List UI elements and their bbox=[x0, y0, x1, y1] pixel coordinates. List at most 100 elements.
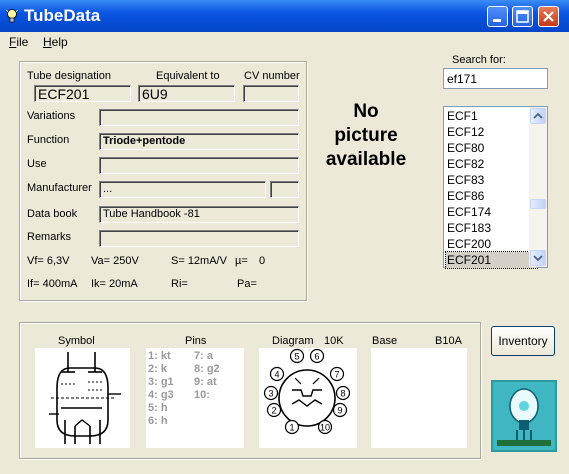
symbol-panel bbox=[35, 348, 130, 448]
tube-listbox[interactable]: ECF1 ECF12 ECF80 ECF82 ECF83 ECF86 ECF174 ECF18… bbox=[443, 106, 548, 269]
search-label: Search for: bbox=[452, 54, 506, 66]
spec-pa: Pa= bbox=[237, 278, 257, 290]
base-label: Base bbox=[372, 335, 398, 347]
designation-field[interactable]: ECF201 bbox=[34, 85, 131, 102]
pin-9: 9: at bbox=[194, 376, 217, 388]
scroll-down-button[interactable] bbox=[530, 250, 546, 266]
spec-mu: µ= bbox=[235, 255, 248, 267]
diagram-pin-number: 10 bbox=[320, 423, 330, 433]
spec-s: S= 12mA/V bbox=[171, 255, 227, 267]
search-input[interactable] bbox=[443, 68, 548, 89]
diagram-label: Diagram bbox=[272, 335, 314, 347]
data-book-field[interactable]: Tube Handbook -81 bbox=[99, 206, 299, 223]
tube-list-item[interactable]: ECF83 bbox=[446, 172, 537, 188]
equivalent-header: Equivalent to bbox=[156, 70, 220, 82]
use-label: Use bbox=[27, 158, 47, 170]
manufacturer-field[interactable]: ... bbox=[99, 181, 266, 198]
diagram-pin-number: 4 bbox=[274, 370, 279, 380]
window-title: TubeData bbox=[24, 6, 101, 25]
tube-list-item[interactable]: ECF1 bbox=[446, 108, 537, 124]
maximize-button[interactable] bbox=[512, 6, 533, 27]
pin-diagram-icon: 12345 678910 bbox=[263, 348, 351, 435]
maximize-icon bbox=[516, 10, 529, 23]
menu-help-rest: elp bbox=[51, 35, 68, 49]
spec-va: Va= 250V bbox=[91, 255, 139, 267]
manufacturer-extra-field[interactable] bbox=[270, 181, 299, 198]
pin-5: 5: h bbox=[148, 402, 168, 414]
designation-header: Tube designation bbox=[27, 70, 111, 82]
cv-header: CV number bbox=[244, 70, 300, 82]
diagram-pin-number: 5 bbox=[294, 352, 299, 362]
chevron-up-icon bbox=[533, 112, 543, 119]
spec-if: If= 400mA bbox=[27, 278, 78, 290]
lightbulb-icon bbox=[5, 9, 19, 23]
diagram-pin-number: 6 bbox=[314, 352, 319, 362]
spec-vf: Vf= 6,3V bbox=[27, 255, 70, 267]
diagram-pin-number: 8 bbox=[340, 389, 345, 399]
symbol-label: Symbol bbox=[58, 335, 95, 347]
spec-ri: Ri= bbox=[171, 278, 188, 290]
pin-10: 10: bbox=[194, 389, 210, 401]
tube-list-item[interactable]: ECF200 bbox=[446, 236, 537, 252]
inventory-button[interactable]: Inventory bbox=[491, 326, 555, 356]
tube-list-item[interactable]: ECF82 bbox=[446, 156, 537, 172]
scroll-thumb[interactable] bbox=[530, 199, 546, 209]
scroll-up-button[interactable] bbox=[530, 108, 546, 124]
diagram-pin-number: 9 bbox=[337, 406, 342, 416]
tube-logo-icon bbox=[493, 382, 555, 450]
variations-label: Variations bbox=[27, 110, 76, 122]
close-button[interactable] bbox=[538, 6, 559, 27]
no-picture-text: No picture available bbox=[304, 100, 428, 172]
pins-label: Pins bbox=[185, 335, 207, 347]
menu-file[interactable]: File bbox=[9, 35, 28, 49]
minimize-button[interactable] bbox=[487, 6, 508, 27]
pins-right-column: 7: a 8: g2 9: at 10: bbox=[194, 350, 220, 402]
tube-list-item[interactable]: ECF12 bbox=[446, 124, 537, 140]
menu-bar bbox=[0, 32, 569, 52]
diagram-pin-number: 1 bbox=[289, 423, 294, 433]
use-field[interactable] bbox=[99, 157, 299, 174]
equivalent-field[interactable]: 6U9 bbox=[138, 85, 235, 102]
chevron-down-icon bbox=[533, 255, 543, 262]
diagram-panel: 1 2 3 4 5 6 7 8 9 10 bbox=[259, 348, 357, 448]
remarks-label: Remarks bbox=[27, 231, 72, 243]
pin-4: 4: g3 bbox=[148, 389, 174, 401]
no-picture-line2: picture bbox=[334, 125, 398, 146]
tube-logo bbox=[491, 380, 557, 452]
tube-list-item[interactable]: ECF80 bbox=[446, 140, 537, 156]
pins-left-column: 1: kt 2: k 3: g1 4: g3 5: h 6: h bbox=[148, 350, 174, 428]
pin-1: 1: kt bbox=[148, 350, 171, 362]
variations-field[interactable] bbox=[99, 109, 299, 126]
pins-panel: 1: kt 2: k 3: g1 4: g3 5: h 6: h 7: a 8:… bbox=[146, 348, 244, 448]
function-field[interactable]: Triode+pentode bbox=[99, 133, 299, 150]
tube-list-item[interactable]: ECF201 bbox=[445, 251, 538, 269]
diagram-pin-number: 3 bbox=[268, 389, 273, 399]
pin-6: 6: h bbox=[148, 415, 168, 427]
tube-list-item[interactable]: ECF183 bbox=[446, 220, 537, 236]
cv-field[interactable] bbox=[243, 85, 299, 102]
diagram-pin-number: 7 bbox=[334, 370, 339, 380]
data-book-label: Data book bbox=[27, 208, 78, 220]
pin-8: 8: g2 bbox=[194, 363, 220, 375]
tube-symbol-icon bbox=[49, 352, 121, 444]
base-code: B10A bbox=[435, 335, 462, 347]
no-picture-line1: No bbox=[353, 101, 379, 122]
manufacturer-label: Manufacturer bbox=[27, 182, 92, 194]
spec-mu-value: 0 bbox=[259, 255, 266, 267]
tube-list-item[interactable]: ECF174 bbox=[446, 204, 537, 220]
pin-2: 2: k bbox=[148, 363, 167, 375]
pin-7: 7: a bbox=[194, 350, 213, 362]
close-icon bbox=[543, 11, 554, 22]
function-label: Function bbox=[27, 134, 70, 146]
spec-ik: Ik= 20mA bbox=[91, 278, 138, 290]
menu-help-mnemonic: H bbox=[43, 35, 52, 49]
menu-file-rest: ile bbox=[16, 35, 29, 49]
listbox-scrollbar[interactable] bbox=[529, 107, 547, 267]
pin-3: 3: g1 bbox=[148, 376, 174, 388]
no-picture-line3: available bbox=[325, 149, 407, 170]
tube-list-item[interactable]: ECF86 bbox=[446, 188, 537, 204]
menu-help[interactable]: Help bbox=[43, 35, 68, 49]
remarks-field[interactable] bbox=[99, 230, 299, 247]
base-panel bbox=[371, 348, 467, 448]
diagram-code: 10K bbox=[324, 335, 344, 347]
